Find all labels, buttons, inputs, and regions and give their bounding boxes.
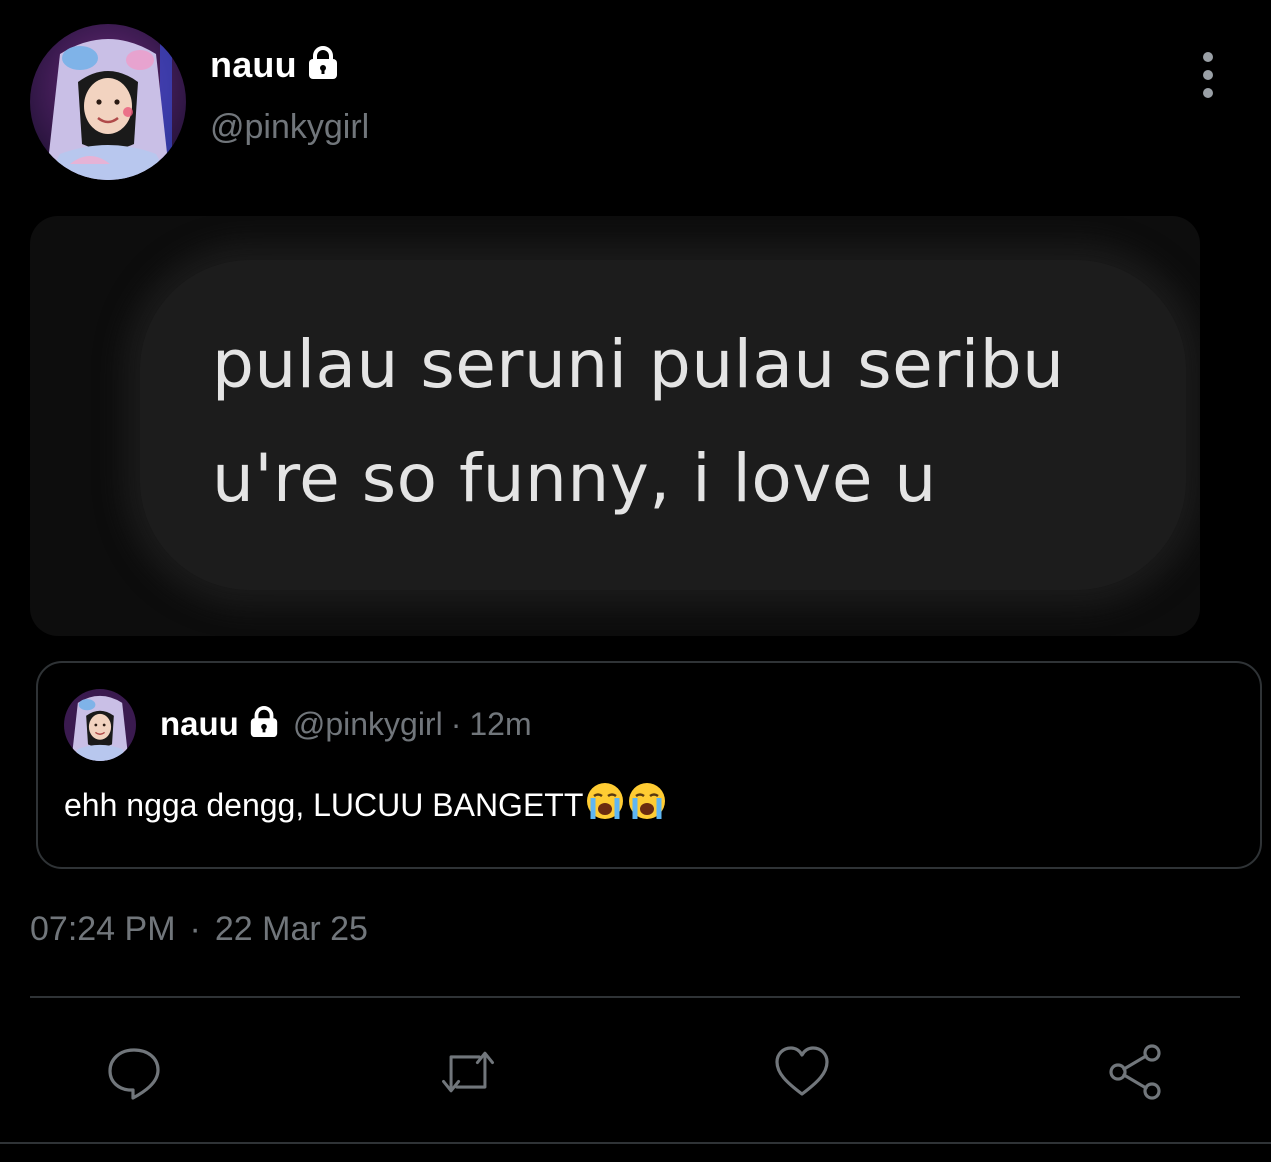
- tweet-media-image[interactable]: [30, 216, 1200, 636]
- lock-icon: [247, 705, 281, 743]
- separator-dot: ·: [189, 910, 201, 948]
- more-options-button[interactable]: [1190, 52, 1226, 98]
- separator-dot: ·: [450, 705, 462, 742]
- display-name[interactable]: nauu: [210, 44, 297, 86]
- heart-icon: [775, 1046, 829, 1096]
- timestamp-date: 22 Mar 25: [214, 910, 368, 948]
- retweet-button[interactable]: [436, 1040, 500, 1104]
- author-row: nauu: [210, 44, 341, 86]
- tweet-detail: nauu @pinkygirl pulau seruni pulau serib…: [0, 0, 1271, 1162]
- more-icon-dot: [1203, 88, 1213, 98]
- like-button[interactable]: [770, 1040, 834, 1104]
- loudly-crying-face-icon: [627, 781, 667, 829]
- bottom-divider: [0, 1142, 1271, 1144]
- retweet-icon: [442, 1051, 494, 1093]
- quoted-handle: @pinkygirl: [292, 705, 443, 742]
- media-text-line-1: pulau seruni pulau seribu: [212, 326, 1065, 403]
- lock-icon: [305, 45, 341, 85]
- author-handle[interactable]: @pinkygirl: [210, 108, 369, 147]
- quoted-time: 12m: [469, 705, 532, 742]
- divider: [30, 996, 1240, 998]
- more-icon-dot: [1203, 70, 1213, 80]
- quoted-text-content: ehh ngga dengg, LUCUU BANGETT: [64, 786, 584, 823]
- share-icon: [1109, 1044, 1161, 1100]
- chat-bubble: [140, 260, 1186, 590]
- media-text-line-2: u're so funny, i love u: [212, 440, 937, 517]
- quoted-display-name: nauu: [160, 705, 239, 742]
- avatar[interactable]: [30, 24, 186, 180]
- reply-button[interactable]: [102, 1040, 166, 1104]
- more-icon: [1203, 52, 1213, 62]
- quoted-text: ehh ngga dengg, LUCUU BANGETT: [64, 781, 667, 829]
- tweet-timestamp[interactable]: 07:24 PM · 22 Mar 25: [30, 910, 368, 949]
- quoted-tweet[interactable]: nauu @pinkygirl · 12m ehh ngga dengg, LU…: [36, 661, 1262, 869]
- reply-icon: [108, 1048, 160, 1100]
- quoted-avatar[interactable]: [64, 689, 136, 761]
- share-button[interactable]: [1104, 1040, 1168, 1104]
- timestamp-time: 07:24 PM: [30, 910, 176, 948]
- loudly-crying-face-icon: [585, 781, 625, 829]
- quoted-header: nauu @pinkygirl · 12m: [160, 705, 532, 743]
